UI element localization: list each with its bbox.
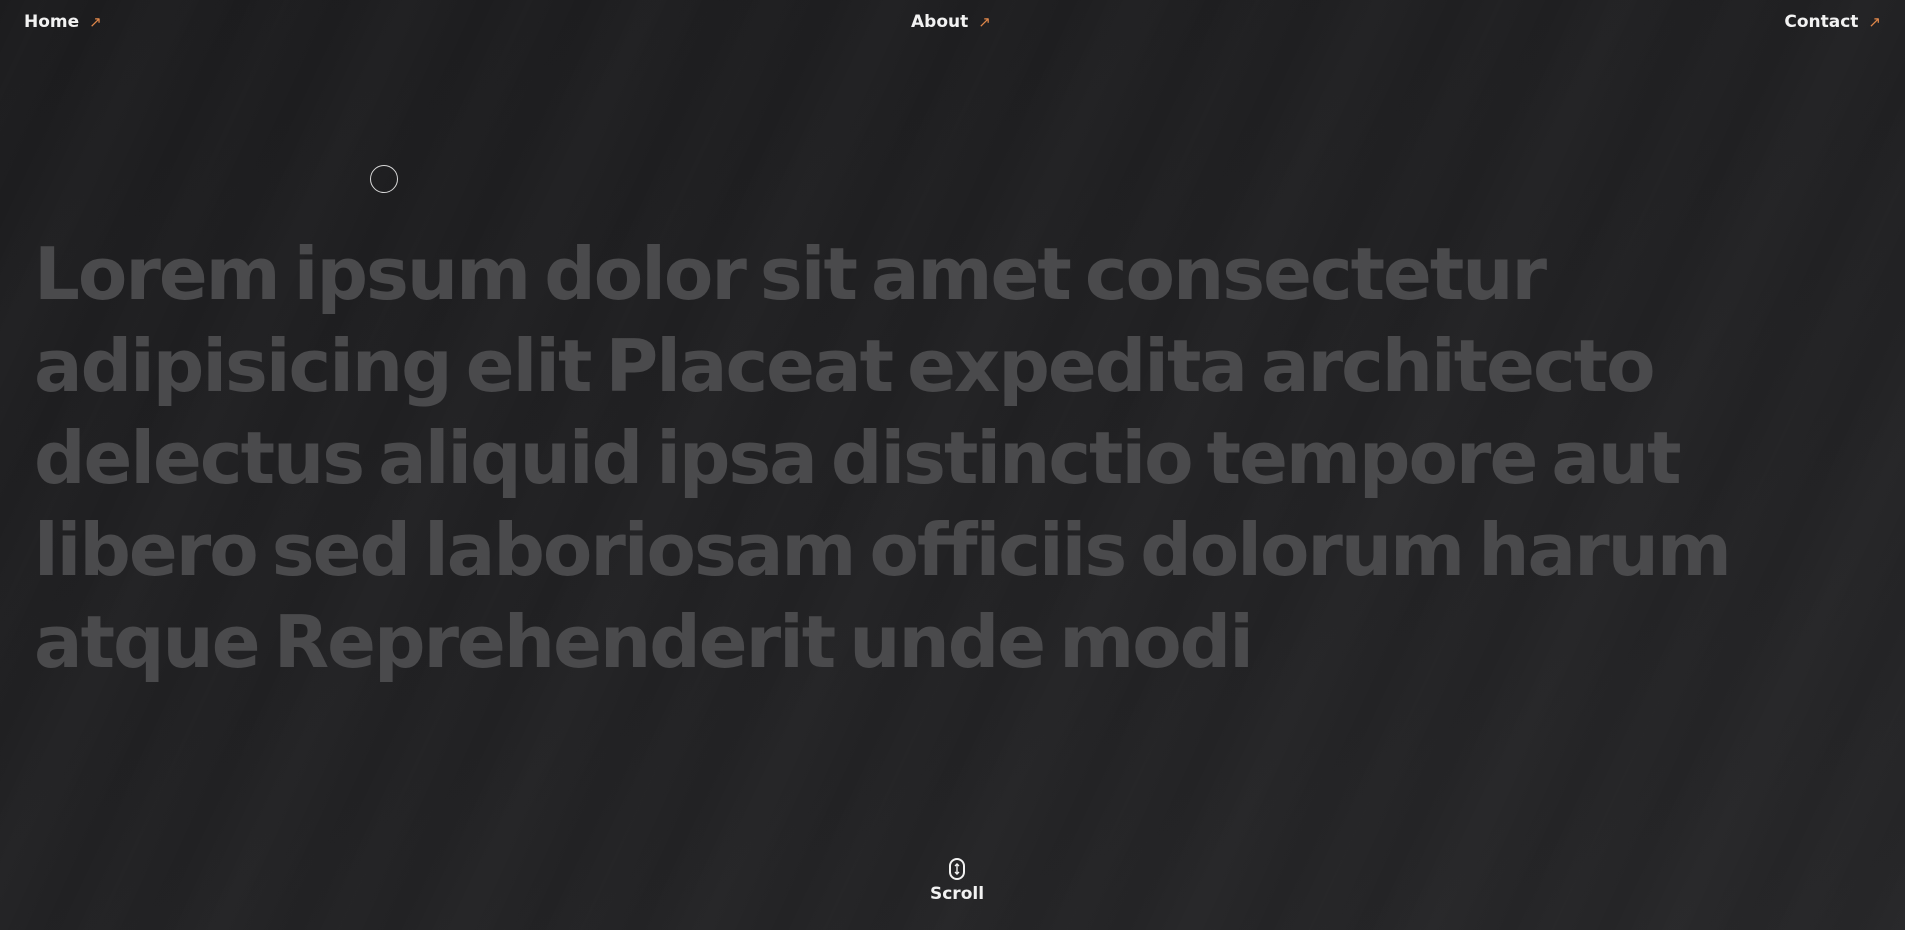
scroll-label: Scroll xyxy=(929,884,985,904)
nav-about-label: About xyxy=(911,12,969,32)
page: Home ↗ About ↗ Contact ↗ Lorem ipsum dol… xyxy=(0,0,1905,930)
custom-cursor-ring xyxy=(370,165,398,193)
nav-home-link[interactable]: Home ↗ xyxy=(24,12,102,32)
mouse-scroll-icon xyxy=(949,858,965,880)
arrow-up-right-icon: ↗ xyxy=(1868,12,1881,31)
scroll-indicator[interactable]: Scroll xyxy=(929,858,985,904)
nav-about-link[interactable]: About ↗ xyxy=(911,12,991,32)
nav-contact-label: Contact xyxy=(1784,12,1859,32)
hero-text: Lorem ipsum dolor sit amet consectetur a… xyxy=(34,232,1732,684)
arrow-up-right-icon: ↗ xyxy=(978,12,991,31)
nav-home-label: Home xyxy=(24,12,80,32)
arrow-up-right-icon: ↗ xyxy=(89,12,102,31)
nav-contact-link[interactable]: Contact ↗ xyxy=(1784,12,1881,32)
